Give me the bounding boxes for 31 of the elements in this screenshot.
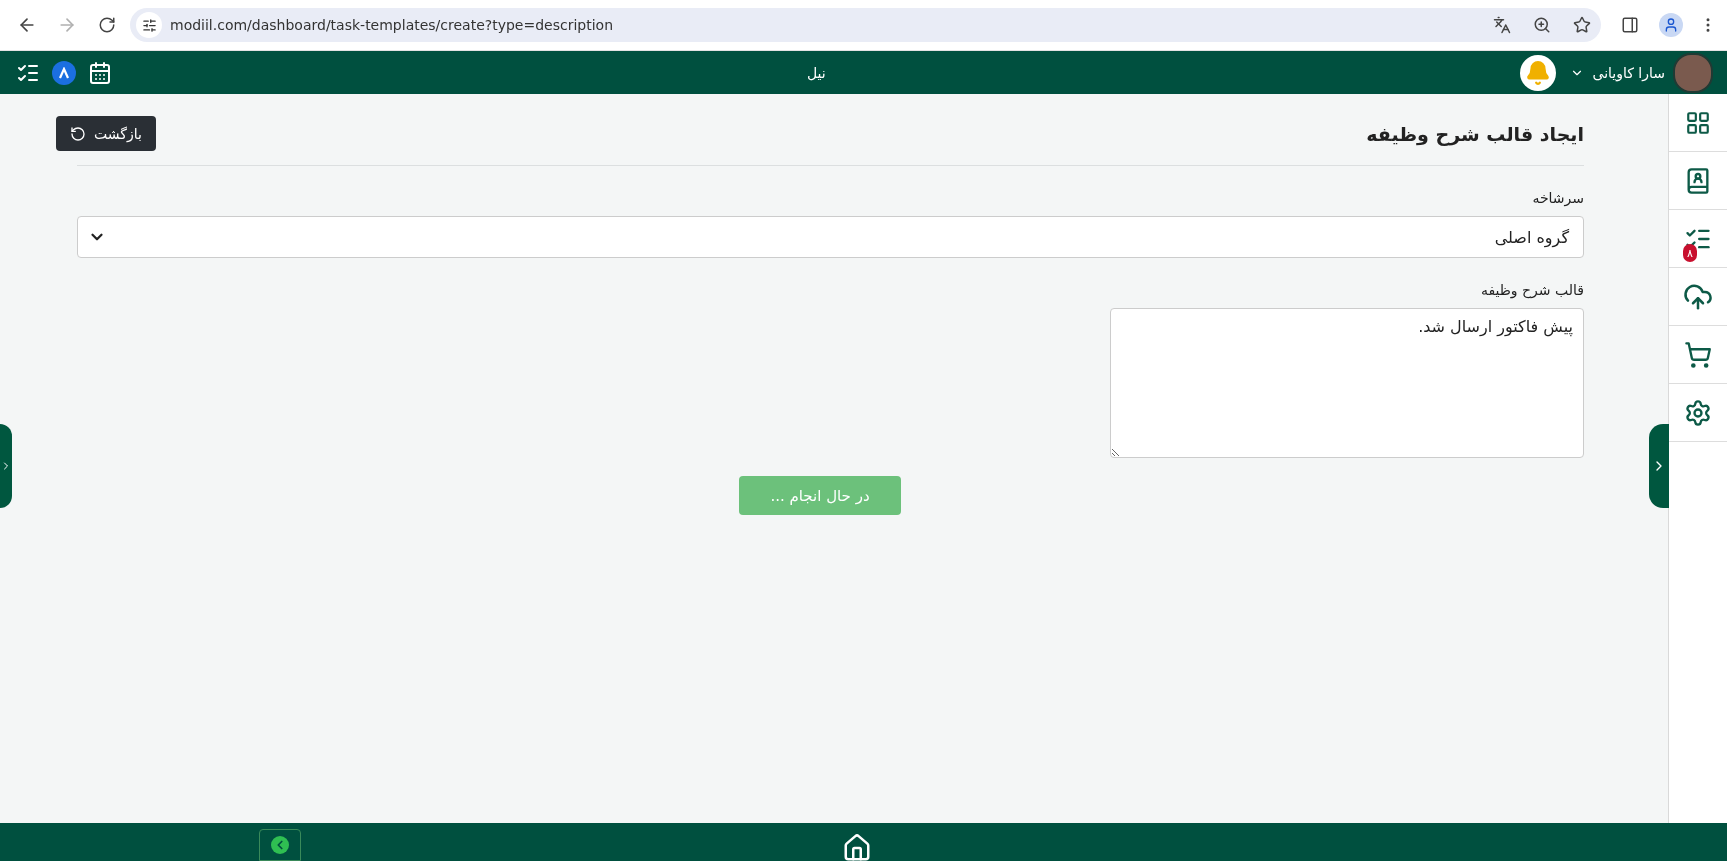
- user-name[interactable]: سارا کاویانی: [1592, 64, 1665, 81]
- address-bar[interactable]: modiil.com/dashboard/task-templates/create?type=description: [130, 8, 1601, 42]
- reload-icon: [98, 16, 116, 34]
- notification-bell-button[interactable]: [1520, 54, 1557, 91]
- select-field[interactable]: گروه اصلی: [77, 216, 1584, 258]
- page-title: ایجاد قالب شرح وظیفه: [1366, 122, 1584, 145]
- url-text: modiil.com/dashboard/task-templates/create?type=description: [170, 17, 615, 33]
- expand-tab[interactable]: [0, 424, 12, 508]
- expand-tab[interactable]: [1649, 424, 1669, 508]
- textarea-field[interactable]: پیش فاکتور ارسال شد.: [1110, 308, 1584, 458]
- bookmark-star-icon[interactable]: [1573, 16, 1591, 34]
- cloud-upload-icon: [1683, 281, 1713, 312]
- cart-icon: [1684, 340, 1712, 369]
- calendar-icon[interactable]: [88, 60, 112, 85]
- site-settings-button[interactable]: [136, 12, 162, 38]
- sliders-icon: [141, 17, 157, 33]
- zoom-icon[interactable]: [1533, 16, 1551, 34]
- grid-icon: [1685, 109, 1711, 136]
- logo-icon[interactable]: [52, 60, 76, 85]
- side-panel-icon[interactable]: [1621, 16, 1639, 34]
- field-label: قالب شرح وظیفه: [1479, 282, 1584, 298]
- settings-icon: [1684, 398, 1712, 427]
- home-icon[interactable]: [842, 833, 872, 861]
- translate-icon[interactable]: [1493, 16, 1511, 34]
- undo-icon: [70, 125, 86, 142]
- back-button[interactable]: بازگشت: [56, 116, 156, 151]
- back-button[interactable]: [259, 829, 301, 861]
- header-title: نیل: [805, 64, 827, 81]
- count-badge: ۸: [1683, 244, 1697, 262]
- profile-icon[interactable]: [1659, 13, 1683, 37]
- field-label: سرشاخه: [1531, 190, 1584, 206]
